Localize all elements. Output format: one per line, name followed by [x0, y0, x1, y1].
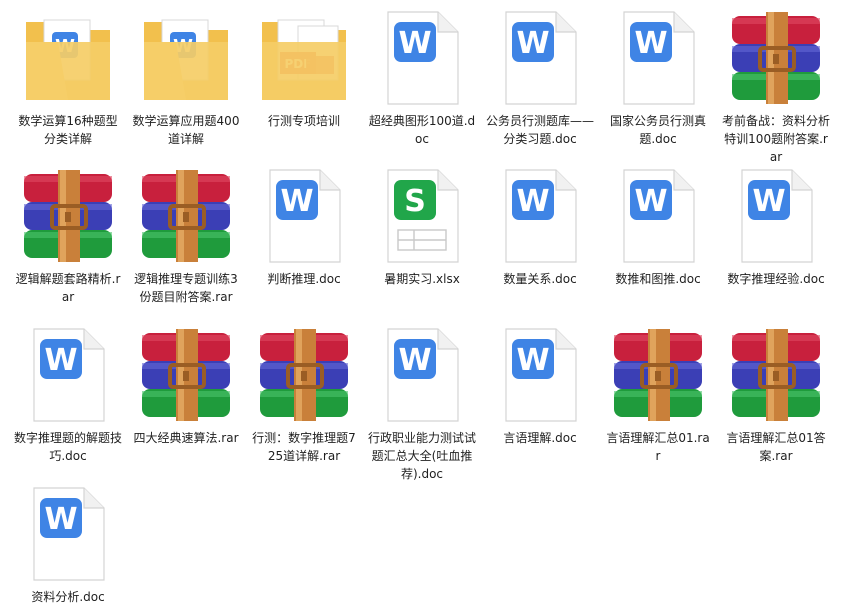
file-name: 暑期实习.xlsx [384, 272, 460, 286]
rar-archive-icon [254, 325, 354, 425]
file-item[interactable]: W 数学运算16种题型分类详解 [10, 8, 126, 148]
file-name: 数学运算16种题型分类详解 [18, 114, 118, 146]
word-doc-icon: W [490, 166, 590, 266]
file-item[interactable]: W 公务员行测题库——分类习题.doc [482, 8, 598, 148]
svg-text:W: W [44, 343, 77, 378]
rar-archive-icon [608, 325, 708, 425]
file-item[interactable]: 逻辑解题套路精析.rar [10, 166, 126, 306]
file-item[interactable]: 四大经典速算法.rar [128, 325, 244, 447]
rar-archive-icon [18, 166, 118, 266]
word-doc-icon: W [372, 325, 472, 425]
file-name: 逻辑推理专题训练3份题目附答案.rar [134, 272, 238, 304]
file-name: 考前备战：资料分析特训100题附答案.rar [722, 114, 831, 164]
file-name: 公务员行测题库——分类习题.doc [486, 114, 595, 146]
file-item[interactable]: PDF 行测专项培训 [246, 8, 362, 130]
file-name: 行测专项培训 [267, 114, 340, 128]
file-item[interactable]: W 判断推理.doc [246, 166, 362, 288]
svg-text:W: W [634, 184, 667, 219]
file-item[interactable]: 行测：数字推理题725道详解.rar [246, 325, 362, 465]
file-item[interactable]: W 数量关系.doc [482, 166, 598, 288]
file-item[interactable]: W 超经典图形100道.doc [364, 8, 480, 148]
rar-archive-icon [726, 325, 826, 425]
word-doc-icon: W [18, 484, 118, 584]
svg-text:W: W [398, 26, 431, 61]
file-name: 数推和图推.doc [615, 272, 701, 286]
rar-archive-icon [136, 166, 236, 266]
file-item[interactable]: W 言语理解.doc [482, 325, 598, 447]
svg-text:W: W [634, 26, 667, 61]
svg-text:W: W [516, 184, 549, 219]
file-name: 数量关系.doc [503, 272, 577, 286]
word-doc-icon: W [372, 8, 472, 108]
file-item[interactable]: W 数推和图推.doc [600, 166, 716, 288]
file-name: 言语理解汇总01答案.rar [726, 431, 826, 463]
folder-icon: W [18, 8, 118, 108]
rar-archive-icon [726, 8, 826, 108]
word-doc-icon: W [608, 8, 708, 108]
word-doc-icon: W [490, 8, 590, 108]
file-item[interactable]: W 行政职业能力测试试题汇总大全(吐血推荐).doc [364, 325, 480, 483]
svg-text:S: S [404, 184, 426, 219]
folder-icon: W [136, 8, 236, 108]
file-name: 行政职业能力测试试题汇总大全(吐血推荐).doc [368, 431, 477, 481]
file-name: 国家公务员行测真题.doc [609, 114, 706, 146]
folder-icon: PDF [254, 8, 354, 108]
rar-archive-icon [136, 325, 236, 425]
word-doc-icon: W [608, 166, 708, 266]
file-name: 四大经典速算法.rar [133, 431, 239, 445]
word-doc-icon: W [18, 325, 118, 425]
word-doc-icon: W [726, 166, 826, 266]
file-name: 行测：数字推理题725道详解.rar [252, 431, 356, 463]
file-name: 超经典图形100道.doc [368, 114, 476, 146]
svg-text:W: W [280, 184, 313, 219]
file-item[interactable]: W 国家公务员行测真题.doc [600, 8, 716, 148]
file-name: 判断推理.doc [267, 272, 341, 286]
svg-text:W: W [752, 184, 785, 219]
file-name: 言语理解.doc [503, 431, 577, 445]
file-item[interactable]: W 数字推理题的解题技巧.doc [10, 325, 126, 465]
file-item[interactable]: W 数字推理经验.doc [718, 166, 834, 288]
file-item[interactable]: S 暑期实习.xlsx [364, 166, 480, 288]
file-name: 数学运算应用题400道详解 [132, 114, 240, 146]
file-item[interactable]: W 数学运算应用题400道详解 [128, 8, 244, 148]
svg-text:W: W [44, 502, 77, 537]
excel-sheet-icon: S [372, 166, 472, 266]
svg-text:W: W [516, 26, 549, 61]
svg-text:W: W [516, 343, 549, 378]
word-doc-icon: W [490, 325, 590, 425]
word-doc-icon: W [254, 166, 354, 266]
svg-text:W: W [398, 343, 431, 378]
file-name: 言语理解汇总01.rar [606, 431, 710, 463]
file-name: 逻辑解题套路精析.rar [15, 272, 121, 304]
file-item[interactable]: W 资料分析.doc [10, 484, 126, 606]
file-item[interactable]: 考前备战：资料分析特训100题附答案.rar [718, 8, 834, 166]
file-item[interactable]: 言语理解汇总01.rar [600, 325, 716, 465]
file-item[interactable]: 逻辑推理专题训练3份题目附答案.rar [128, 166, 244, 306]
file-name: 数字推理题的解题技巧.doc [14, 431, 123, 463]
file-name: 资料分析.doc [31, 590, 105, 604]
file-name: 数字推理经验.doc [727, 272, 825, 286]
file-item[interactable]: 言语理解汇总01答案.rar [718, 325, 834, 465]
